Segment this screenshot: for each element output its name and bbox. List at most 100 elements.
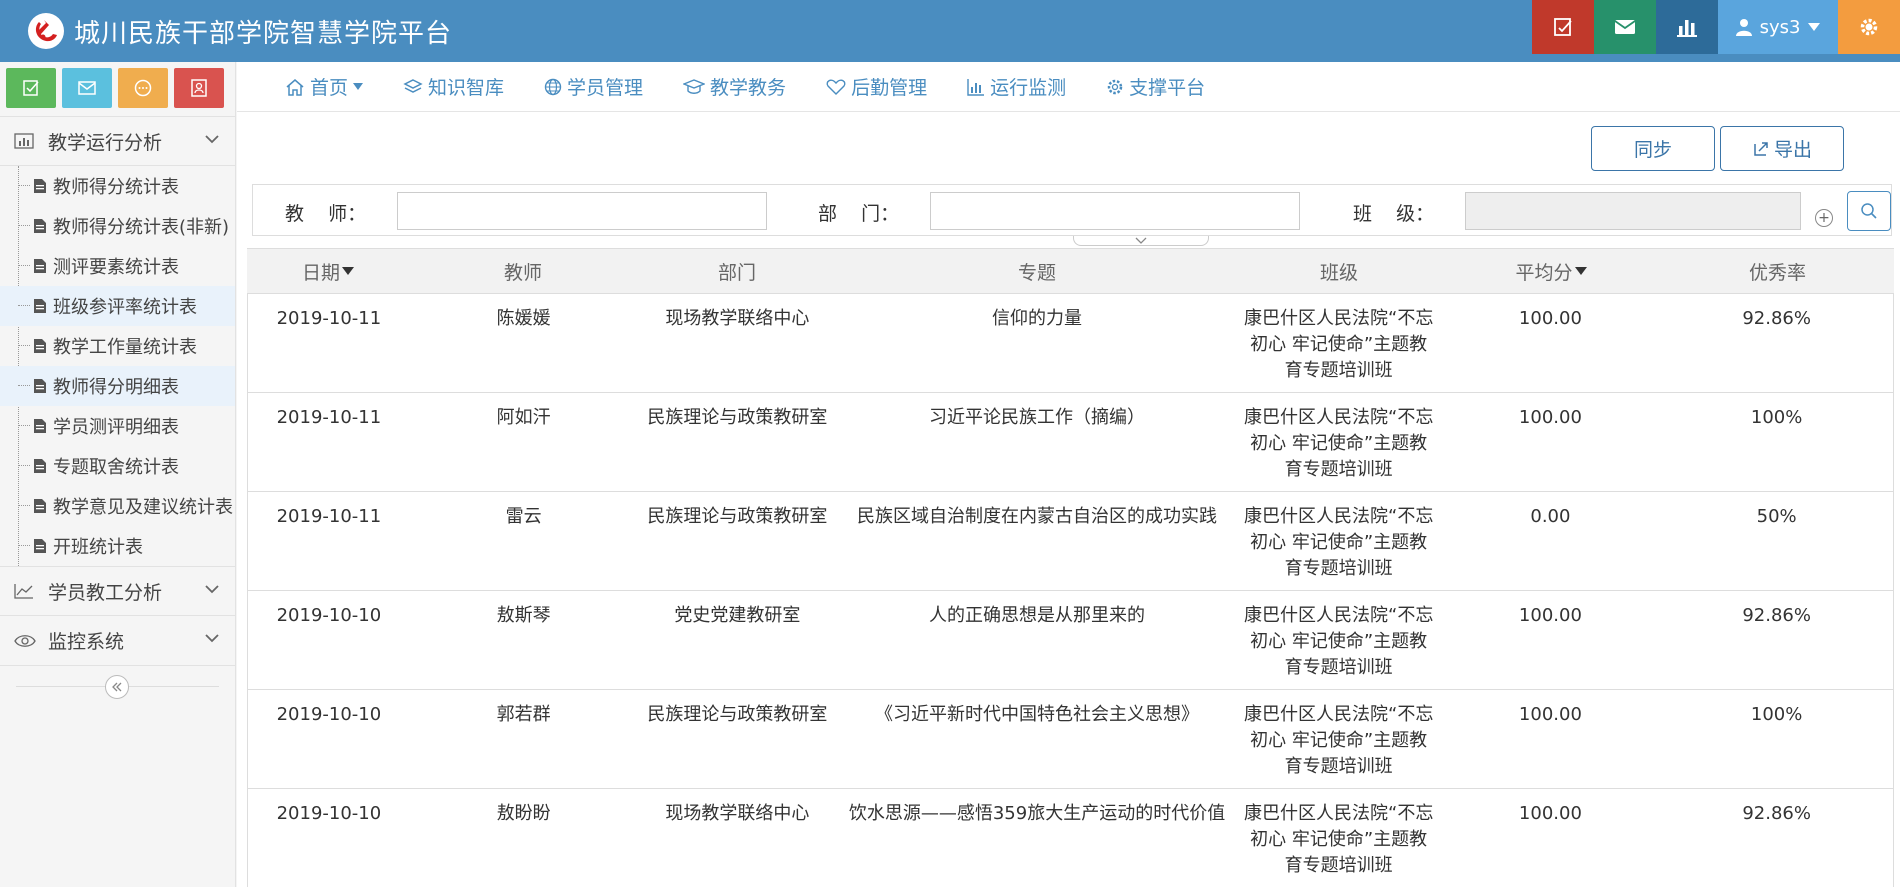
sidebar-item[interactable]: 教学意见及建议统计表 [0,486,235,526]
quick-actions [0,62,235,116]
export-icon [1754,141,1768,156]
table-row[interactable]: 2019-10-10 敖盼盼 现场教学联络中心 饮水思源——感悟359旅大生产运… [247,789,1894,887]
sidebar-item[interactable]: 教师得分统计表(非新) [0,206,235,246]
document-icon [34,339,46,353]
sidebar-section-teaching[interactable]: 教学运行分析 [0,116,235,166]
filter-bar: 教 师： 部 门： 班 级： + [252,184,1892,236]
contacts-icon [191,79,207,97]
sidebar: 教学运行分析 教师得分统计表 教师得分统计表(非新) 测评要素统计表 班级参评率… [0,62,236,887]
table-row[interactable]: 2019-10-11 阿如汗 民族理论与政策教研室 习近平论民族工作（摘编） 康… [247,393,1894,492]
sidebar-section-monitoring[interactable]: 监控系统 [0,616,235,666]
sidebar-item[interactable]: 开班统计表 [0,526,235,566]
globe-icon [544,78,562,95]
quick-contacts-button[interactable] [174,68,224,108]
sort-caret-icon [342,267,354,275]
statistics-button[interactable] [1656,0,1718,54]
nav-platform[interactable]: 支撑平台 [1106,73,1205,100]
sidebar-item[interactable]: 专题取舍统计表 [0,446,235,486]
main-nav: 首页 知识智库 学员管理 教学教务 后勤管理 运行监测 支撑平台 [237,62,1900,112]
search-icon [1861,203,1877,219]
gear-icon [1860,18,1878,36]
export-button[interactable]: 导出 [1720,126,1844,171]
edit-note-icon [1554,18,1572,36]
document-icon [34,299,46,313]
document-icon [34,219,46,233]
sidebar-collapse-button[interactable] [105,675,129,699]
document-icon [34,459,46,473]
quick-chat-button[interactable] [118,68,168,108]
report-tree: 教师得分统计表 教师得分统计表(非新) 测评要素统计表 班级参评率统计表 教学工… [0,166,235,606]
plus-circle-icon[interactable]: + [1815,209,1833,227]
sidebar-item[interactable]: 教学工作量统计表 [0,326,235,366]
bar-chart-icon [1677,20,1697,37]
party-emblem-icon [26,11,66,51]
column-header-dept: 部门 [717,261,756,284]
score-detail-table: 日期 教师 部门 专题 班级 平均分 优秀率 2019-10-11 陈媛媛 现场… [247,248,1894,887]
sync-button[interactable]: 同步 [1591,126,1715,171]
chevron-down-icon [205,634,219,643]
nav-teaching[interactable]: 教学教务 [683,73,786,100]
nav-logistics[interactable]: 后勤管理 [826,73,927,100]
eye-icon [14,634,36,648]
nav-students[interactable]: 学员管理 [544,73,643,100]
table-header: 日期 教师 部门 专题 班级 平均分 优秀率 [247,248,1894,294]
sidebar-section-students[interactable]: 学员教工分析 [0,566,235,616]
mail-button[interactable] [1594,0,1656,54]
quick-mail-button[interactable] [62,68,112,108]
settings-button[interactable] [1838,0,1900,54]
task-button[interactable] [1532,0,1594,54]
mail-icon [1614,20,1636,34]
graduation-cap-icon [683,78,706,94]
layers-icon [403,78,423,93]
sidebar-item[interactable]: 测评要素统计表 [0,246,235,286]
gear-icon [1107,79,1123,94]
nav-monitoring[interactable]: 运行监测 [967,73,1066,100]
document-icon [34,419,46,433]
dept-label: 部 门： [818,203,900,225]
chat-icon [134,79,152,97]
heart-icon [826,79,846,95]
bar-chart-icon [967,78,985,96]
column-header-excellent-rate: 优秀率 [1748,261,1806,284]
teacher-input[interactable] [397,192,767,230]
document-icon [34,259,46,273]
search-button[interactable] [1847,191,1891,231]
sidebar-section-label: 学员教工分析 [48,581,163,604]
nav-home[interactable]: 首页 [285,73,364,100]
line-chart-icon [14,583,36,599]
nav-knowledge[interactable]: 知识智库 [403,73,504,100]
bar-chart-icon [14,133,36,149]
column-header-avg-score[interactable]: 平均分 [1441,249,1661,293]
mail-icon [78,81,96,95]
user-icon [1735,19,1752,36]
document-icon [34,539,46,553]
chevron-down-icon [1135,237,1147,244]
column-header-class: 班级 [1319,261,1358,284]
column-header-date[interactable]: 日期 [247,249,409,293]
sidebar-item-selected[interactable]: 教师得分明细表 [0,366,235,406]
table-row[interactable]: 2019-10-10 敖斯琴 党史党建教研室 人的正确思想是从那里来的 康巴什区… [247,591,1894,690]
table-row[interactable]: 2019-10-11 雷云 民族理论与政策教研室 民族区域自治制度在内蒙古自治区… [247,492,1894,591]
sidebar-item[interactable]: 学员测评明细表 [0,406,235,446]
double-chevron-left-icon [112,682,122,692]
quick-task-button[interactable] [6,68,56,108]
sidebar-item[interactable]: 教师得分统计表 [0,166,235,206]
dept-input[interactable] [930,192,1300,230]
teacher-label: 教 师： [285,203,367,225]
chevron-down-icon [205,585,219,594]
user-menu[interactable]: sys3 [1718,0,1838,54]
main-content: 同步 导出 教 师： 部 门： 班 级： + 日期 教师 部门 专题 班级 平均… [237,112,1900,887]
table-row[interactable]: 2019-10-10 郭若群 民族理论与政策教研室 《习近平新时代中国特色社会主… [247,690,1894,789]
document-icon [34,499,46,513]
column-header-teacher: 教师 [503,261,542,284]
header-actions: sys3 [1532,0,1900,54]
class-input[interactable] [1465,192,1801,230]
class-label: 班 级： [1353,203,1435,225]
sidebar-item[interactable]: 班级参评率统计表 [0,286,235,326]
top-header: 城川民族干部学院智慧学院平台 sys3 [0,0,1900,62]
sidebar-section-label: 监控系统 [48,631,125,653]
table-row[interactable]: 2019-10-11 陈媛媛 现场教学联络中心 信仰的力量 康巴什区人民法院“不… [247,294,1894,393]
home-icon [286,78,304,96]
filter-toggle-tab[interactable] [1073,236,1209,246]
sidebar-section-label: 教学运行分析 [48,131,163,154]
